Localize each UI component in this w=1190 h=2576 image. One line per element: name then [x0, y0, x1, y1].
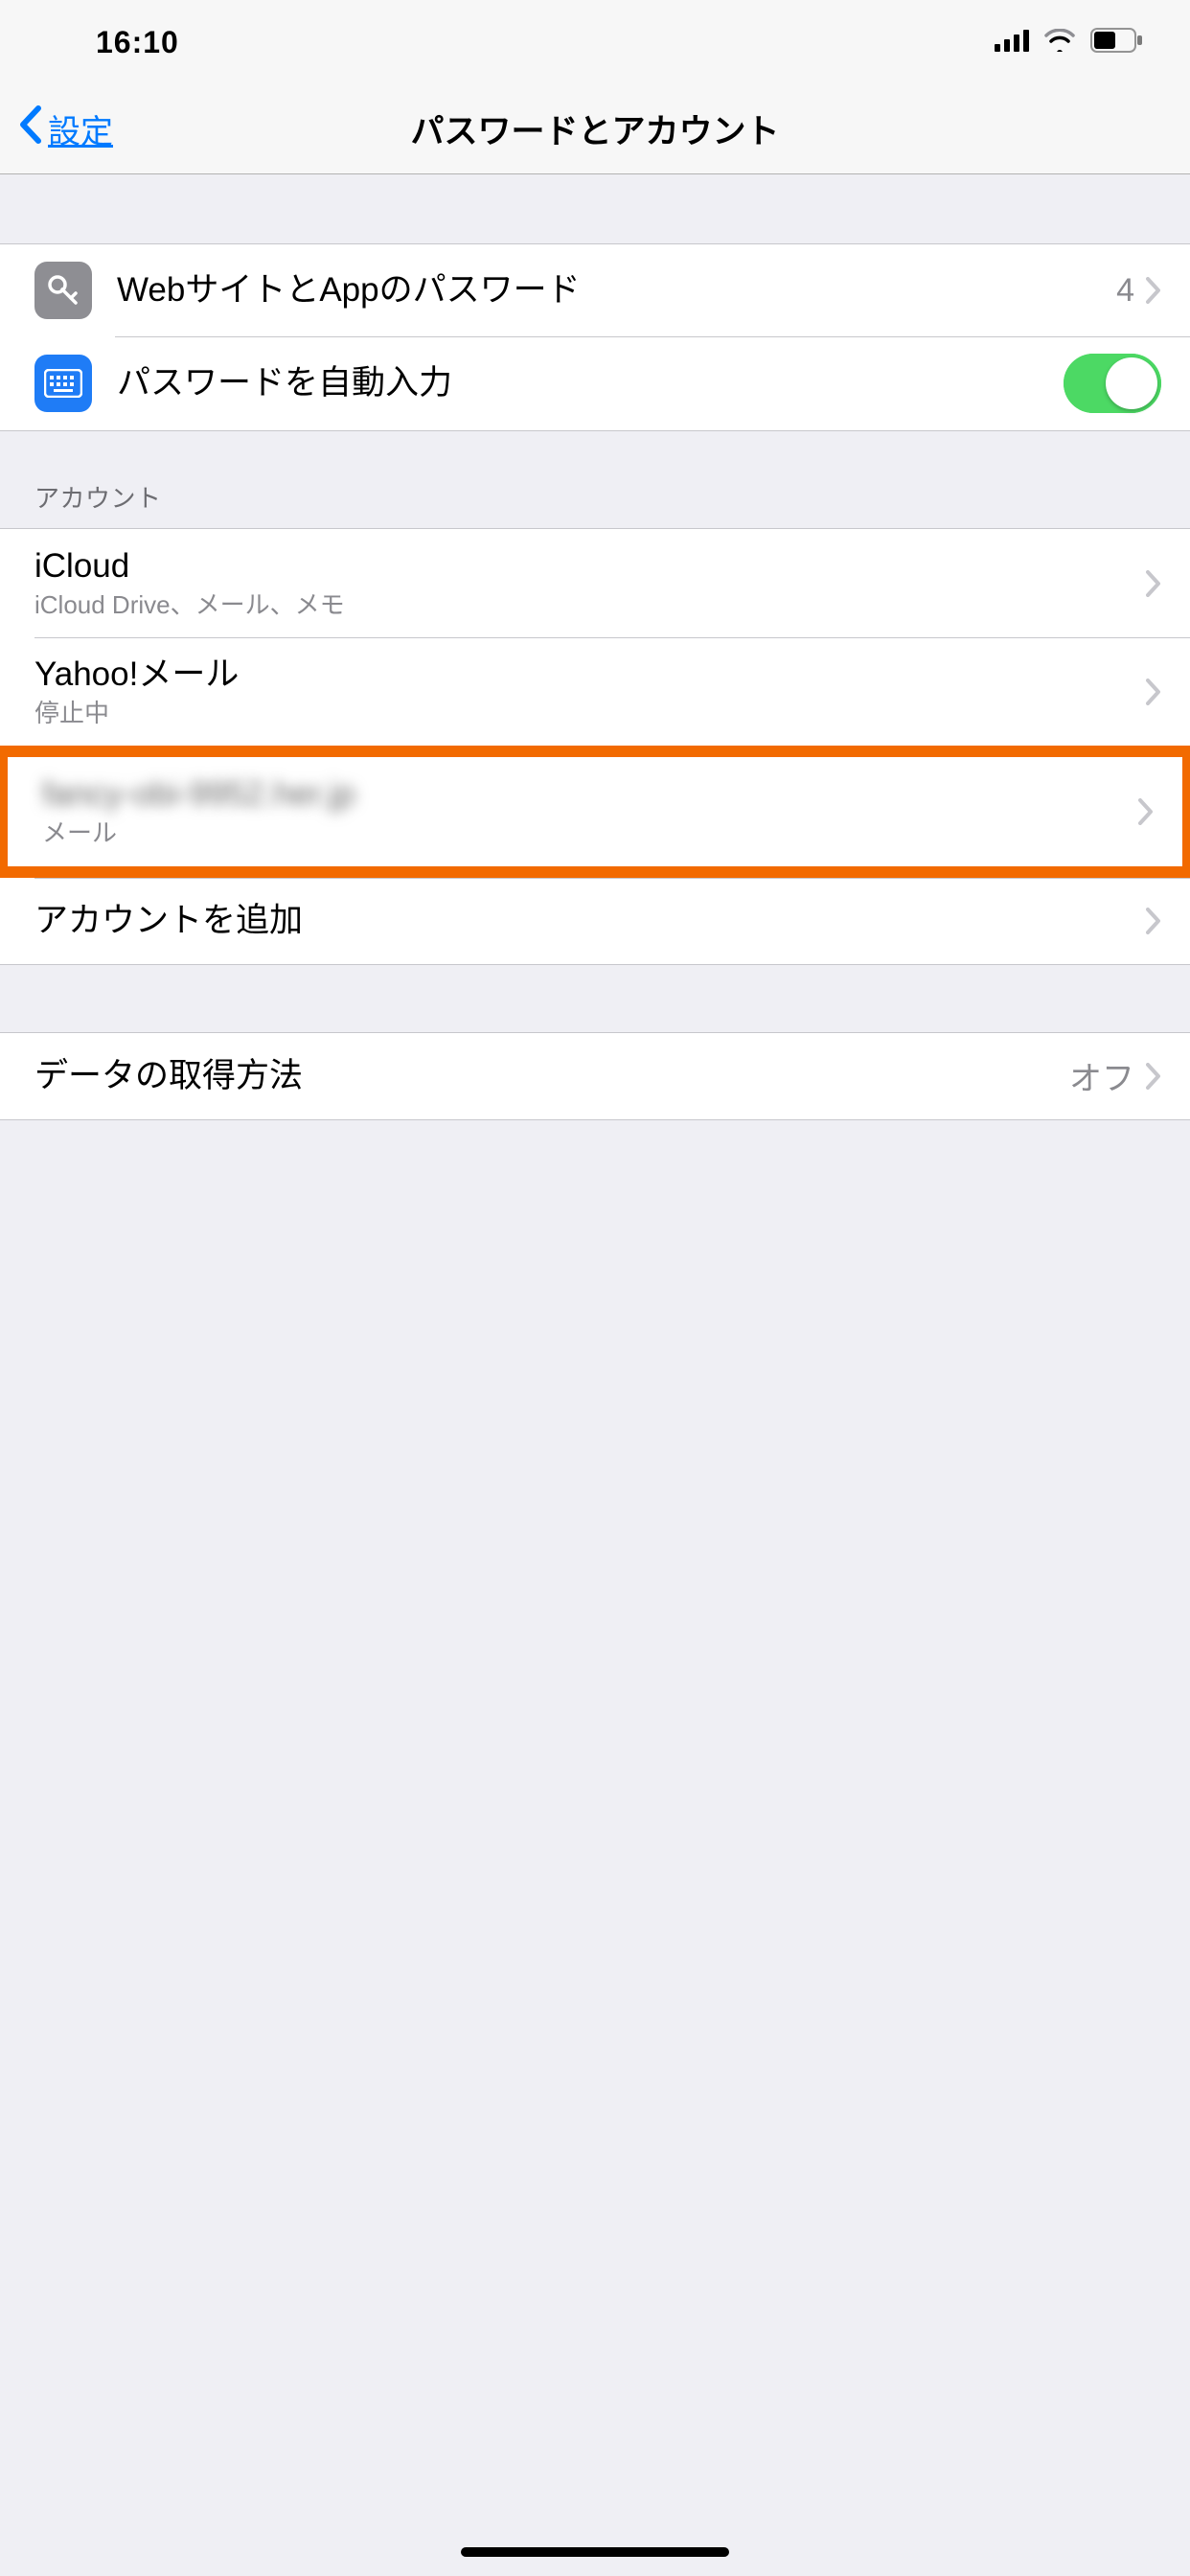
fetch-group: データの取得方法 オフ: [0, 1032, 1190, 1120]
website-passwords-count: 4: [1116, 272, 1134, 310]
status-bar: 16:10: [0, 0, 1190, 84]
cellular-icon: [995, 29, 1029, 57]
website-app-passwords-row[interactable]: WebサイトとAppのパスワード 4: [0, 244, 1190, 336]
account-row-icloud[interactable]: iCloud iCloud Drive、メール、メモ: [0, 529, 1190, 637]
wifi-icon: [1043, 29, 1076, 57]
chevron-right-icon: [1146, 277, 1161, 304]
back-button[interactable]: 設定: [17, 104, 113, 153]
autofill-label: パスワードを自動入力: [117, 363, 1064, 403]
chevron-right-icon: [1138, 798, 1154, 825]
account-sub: iCloud Drive、メール、メモ: [34, 590, 1146, 620]
chevron-right-icon: [1146, 1063, 1161, 1090]
status-icons: [995, 28, 1144, 58]
autofill-toggle[interactable]: [1064, 354, 1161, 413]
back-label: 設定: [48, 105, 113, 152]
keyboard-icon: [34, 355, 92, 412]
battery-icon: [1090, 28, 1144, 58]
accounts-group: iCloud iCloud Drive、メール、メモ Yahoo!メール 停止中…: [0, 528, 1190, 965]
passwords-group: WebサイトとAppのパスワード 4 パスワードを自動入力: [0, 243, 1190, 431]
account-title: fancy-obi-9952.her.jp: [42, 774, 1138, 815]
highlighted-account: fancy-obi-9952.her.jp メール: [0, 746, 1190, 877]
chevron-left-icon: [17, 104, 42, 153]
account-sub: 停止中: [34, 699, 1146, 728]
add-account-row[interactable]: アカウントを追加: [0, 878, 1190, 964]
chevron-right-icon: [1146, 570, 1161, 597]
accounts-header: アカウント: [0, 431, 1190, 528]
website-passwords-label: WebサイトとAppのパスワード: [117, 270, 1116, 310]
account-row-yahoo[interactable]: Yahoo!メール 停止中: [0, 637, 1190, 746]
account-row-custom[interactable]: fancy-obi-9952.her.jp メール: [8, 757, 1182, 865]
chevron-right-icon: [1146, 908, 1161, 934]
page-title: パスワードとアカウント: [0, 104, 1190, 153]
account-title: Yahoo!メール: [34, 655, 1146, 695]
fetch-value: オフ: [1069, 1052, 1134, 1099]
autofill-passwords-row[interactable]: パスワードを自動入力: [0, 336, 1190, 430]
status-time: 16:10: [96, 25, 179, 60]
add-account-label: アカウントを追加: [34, 901, 1146, 941]
nav-bar: 設定 パスワードとアカウント: [0, 84, 1190, 174]
account-sub: メール: [42, 818, 1138, 848]
account-title: iCloud: [34, 546, 1146, 586]
home-indicator[interactable]: [461, 2547, 729, 2557]
fetch-label: データの取得方法: [34, 1056, 1069, 1096]
fetch-row[interactable]: データの取得方法 オフ: [0, 1033, 1190, 1119]
chevron-right-icon: [1146, 678, 1161, 705]
key-icon: [34, 262, 92, 319]
